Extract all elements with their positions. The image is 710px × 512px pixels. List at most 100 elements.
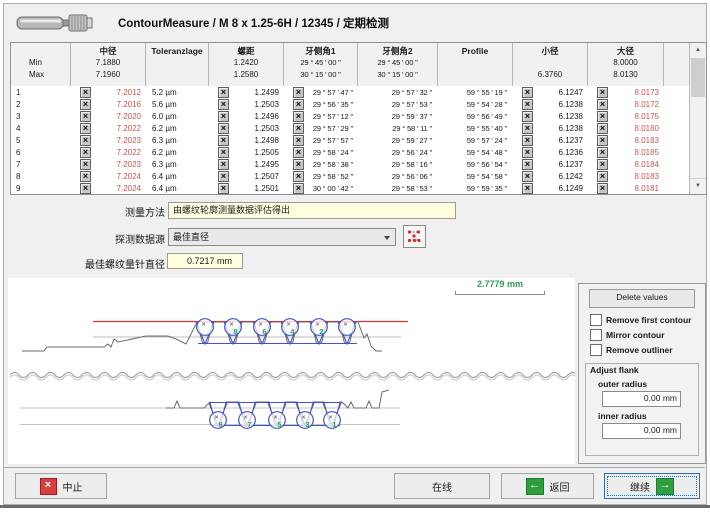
row-number: 4: [11, 124, 71, 133]
flank-angle1-cell: ×29 ° 58 ' 52 ": [284, 170, 358, 182]
abort-button[interactable]: × 中止: [15, 473, 107, 499]
measurement-table: Min Max 中径 7.1880 7.1960 Toleranzlage 螺距…: [10, 42, 707, 195]
scroll-up-icon[interactable]: ▲: [690, 43, 706, 59]
checkbox-checked-icon[interactable]: ×: [597, 99, 608, 110]
checkbox-checked-icon[interactable]: ×: [597, 171, 608, 182]
checkbox-checked-icon[interactable]: ×: [293, 183, 304, 194]
cell-value: 6.1247: [533, 88, 588, 97]
flank-angle1-cell: ×30 ° 00 ' 42 ": [284, 182, 358, 194]
checkbox-checked-icon[interactable]: ×: [597, 87, 608, 98]
inner-radius-input[interactable]: 0.00 mm: [602, 423, 681, 439]
checkbox-checked-icon[interactable]: ×: [293, 123, 304, 134]
panel-checkbox-2[interactable]: Remove outliner: [590, 344, 705, 356]
probe-source-dropdown[interactable]: 最佳直径: [168, 228, 396, 246]
minor-diameter-cell: ×6.1238: [513, 98, 588, 110]
next-button[interactable]: 继续 →: [604, 473, 700, 499]
checkbox-checked-icon[interactable]: ×: [293, 171, 304, 182]
back-button[interactable]: ← 返回: [501, 473, 594, 499]
outer-radius-input[interactable]: 0.00 mm: [602, 391, 681, 407]
checkbox-checked-icon[interactable]: ×: [80, 123, 91, 134]
checkbox-checked-icon[interactable]: ×: [293, 159, 304, 170]
header-profile: Profile: [438, 43, 513, 86]
checkbox-checked-icon[interactable]: ×: [597, 111, 608, 122]
flank-angle1-cell: ×29 ° 56 ' 35 ": [284, 98, 358, 110]
cell-value: 7.2022: [91, 148, 146, 157]
mid-diameter-cell: ×7.2023: [71, 134, 146, 146]
checkbox-checked-icon[interactable]: ×: [218, 111, 229, 122]
profile-cell: 59 ° 56 ' 49 ": [438, 112, 513, 121]
checkbox-checked-icon[interactable]: ×: [522, 171, 533, 182]
checkbox-checked-icon[interactable]: ×: [218, 159, 229, 170]
checkbox-checked-icon[interactable]: ×: [597, 135, 608, 146]
checkbox-checked-icon[interactable]: ×: [522, 99, 533, 110]
checkbox-checked-icon[interactable]: ×: [522, 183, 533, 194]
checkbox-checked-icon[interactable]: ×: [522, 159, 533, 170]
checkbox-checked-icon[interactable]: ×: [80, 159, 91, 170]
contour-options-panel: Delete values Remove first contour Mirror…: [578, 283, 706, 464]
flank-angle2-cell: 29 ° 59 ' 27 ": [358, 136, 438, 145]
checkbox-checked-icon[interactable]: ×: [80, 135, 91, 146]
header-minor-diameter: 小径 6.3760: [513, 43, 588, 86]
window-bottom-edge: [0, 505, 710, 508]
checkbox-checked-icon[interactable]: ×: [522, 111, 533, 122]
checkbox-checked-icon[interactable]: ×: [218, 99, 229, 110]
pitch-cell: ×1.2503: [209, 122, 284, 134]
checkbox-checked-icon[interactable]: ×: [597, 159, 608, 170]
panel-checkbox-1[interactable]: Mirror contour: [590, 329, 705, 341]
checkbox-checked-icon[interactable]: ×: [80, 147, 91, 158]
checkbox-checked-icon[interactable]: ×: [522, 147, 533, 158]
checkbox-checked-icon[interactable]: ×: [293, 135, 304, 146]
adjust-flank-title: Adjust flank: [590, 365, 694, 375]
checkbox-checked-icon[interactable]: ×: [293, 87, 304, 98]
checkbox-checked-icon[interactable]: ×: [218, 171, 229, 182]
checkbox-checked-icon[interactable]: ×: [80, 171, 91, 182]
max-label: Max: [11, 69, 70, 81]
table-scrollbar[interactable]: ▲ ▼: [689, 43, 706, 194]
row-number: 1: [11, 88, 71, 97]
delete-values-button[interactable]: Delete values: [589, 289, 695, 308]
checkbox-unchecked-icon[interactable]: [590, 344, 602, 356]
outer-radius-label: outer radius: [598, 379, 694, 389]
major-diameter-cell: ×8.0183: [588, 134, 664, 146]
checkbox-unchecked-icon[interactable]: [590, 314, 602, 326]
checkbox-checked-icon[interactable]: ×: [80, 99, 91, 110]
cell-value: 1.2495: [229, 160, 284, 169]
cell-value: 1.2498: [229, 136, 284, 145]
scrollbar-thumb[interactable]: [691, 59, 705, 97]
checkbox-checked-icon[interactable]: ×: [522, 123, 533, 134]
checkbox-checked-icon[interactable]: ×: [597, 123, 608, 134]
checkbox-checked-icon[interactable]: ×: [218, 183, 229, 194]
online-button[interactable]: 在线: [394, 473, 490, 499]
scroll-down-icon[interactable]: ▼: [690, 178, 706, 194]
flank-angle2-cell: 29 ° 58 ' 11 ": [358, 124, 438, 133]
flank-angle1-cell: ×29 ° 57 ' 29 ": [284, 122, 358, 134]
flank-angle1-cell: ×29 ° 57 ' 57 ": [284, 134, 358, 146]
checkbox-unchecked-icon[interactable]: [590, 329, 602, 341]
checkbox-checked-icon[interactable]: ×: [218, 123, 229, 134]
checkbox-checked-icon[interactable]: ×: [293, 99, 304, 110]
checkbox-checked-icon[interactable]: ×: [218, 147, 229, 158]
measure-method-field[interactable]: 由螺纹轮廓测量数据评估得出: [168, 202, 456, 219]
checkbox-checked-icon[interactable]: ×: [293, 111, 304, 122]
checkbox-checked-icon[interactable]: ×: [80, 111, 91, 122]
cell-value: 6.1236: [533, 148, 588, 157]
checkbox-checked-icon[interactable]: ×: [293, 147, 304, 158]
checkbox-checked-icon[interactable]: ×: [522, 135, 533, 146]
checkbox-checked-icon[interactable]: ×: [218, 135, 229, 146]
checkbox-checked-icon[interactable]: ×: [597, 147, 608, 158]
table-row: 9×7.20246.4 µm×1.2501×30 ° 00 ' 42 "29 °…: [11, 182, 689, 194]
probe-points-icon: [406, 228, 423, 245]
checkbox-checked-icon[interactable]: ×: [597, 183, 608, 194]
tolerance-cell: 6.3 µm: [146, 160, 209, 169]
checkbox-checked-icon[interactable]: ×: [218, 87, 229, 98]
checkbox-checked-icon[interactable]: ×: [80, 183, 91, 194]
panel-checkbox-0[interactable]: Remove first contour: [590, 314, 705, 326]
probe-points-button[interactable]: [403, 225, 426, 248]
cell-value: 1.2505: [229, 148, 284, 157]
checkbox-checked-icon[interactable]: ×: [80, 87, 91, 98]
cell-value: 6.1238: [533, 124, 588, 133]
cell-value: 29 ° 57 ' 12 ": [304, 112, 358, 121]
cell-value: 7.2023: [91, 160, 146, 169]
checkbox-checked-icon[interactable]: ×: [522, 87, 533, 98]
best-wire-diameter-field[interactable]: 0.7217 mm: [167, 253, 243, 269]
